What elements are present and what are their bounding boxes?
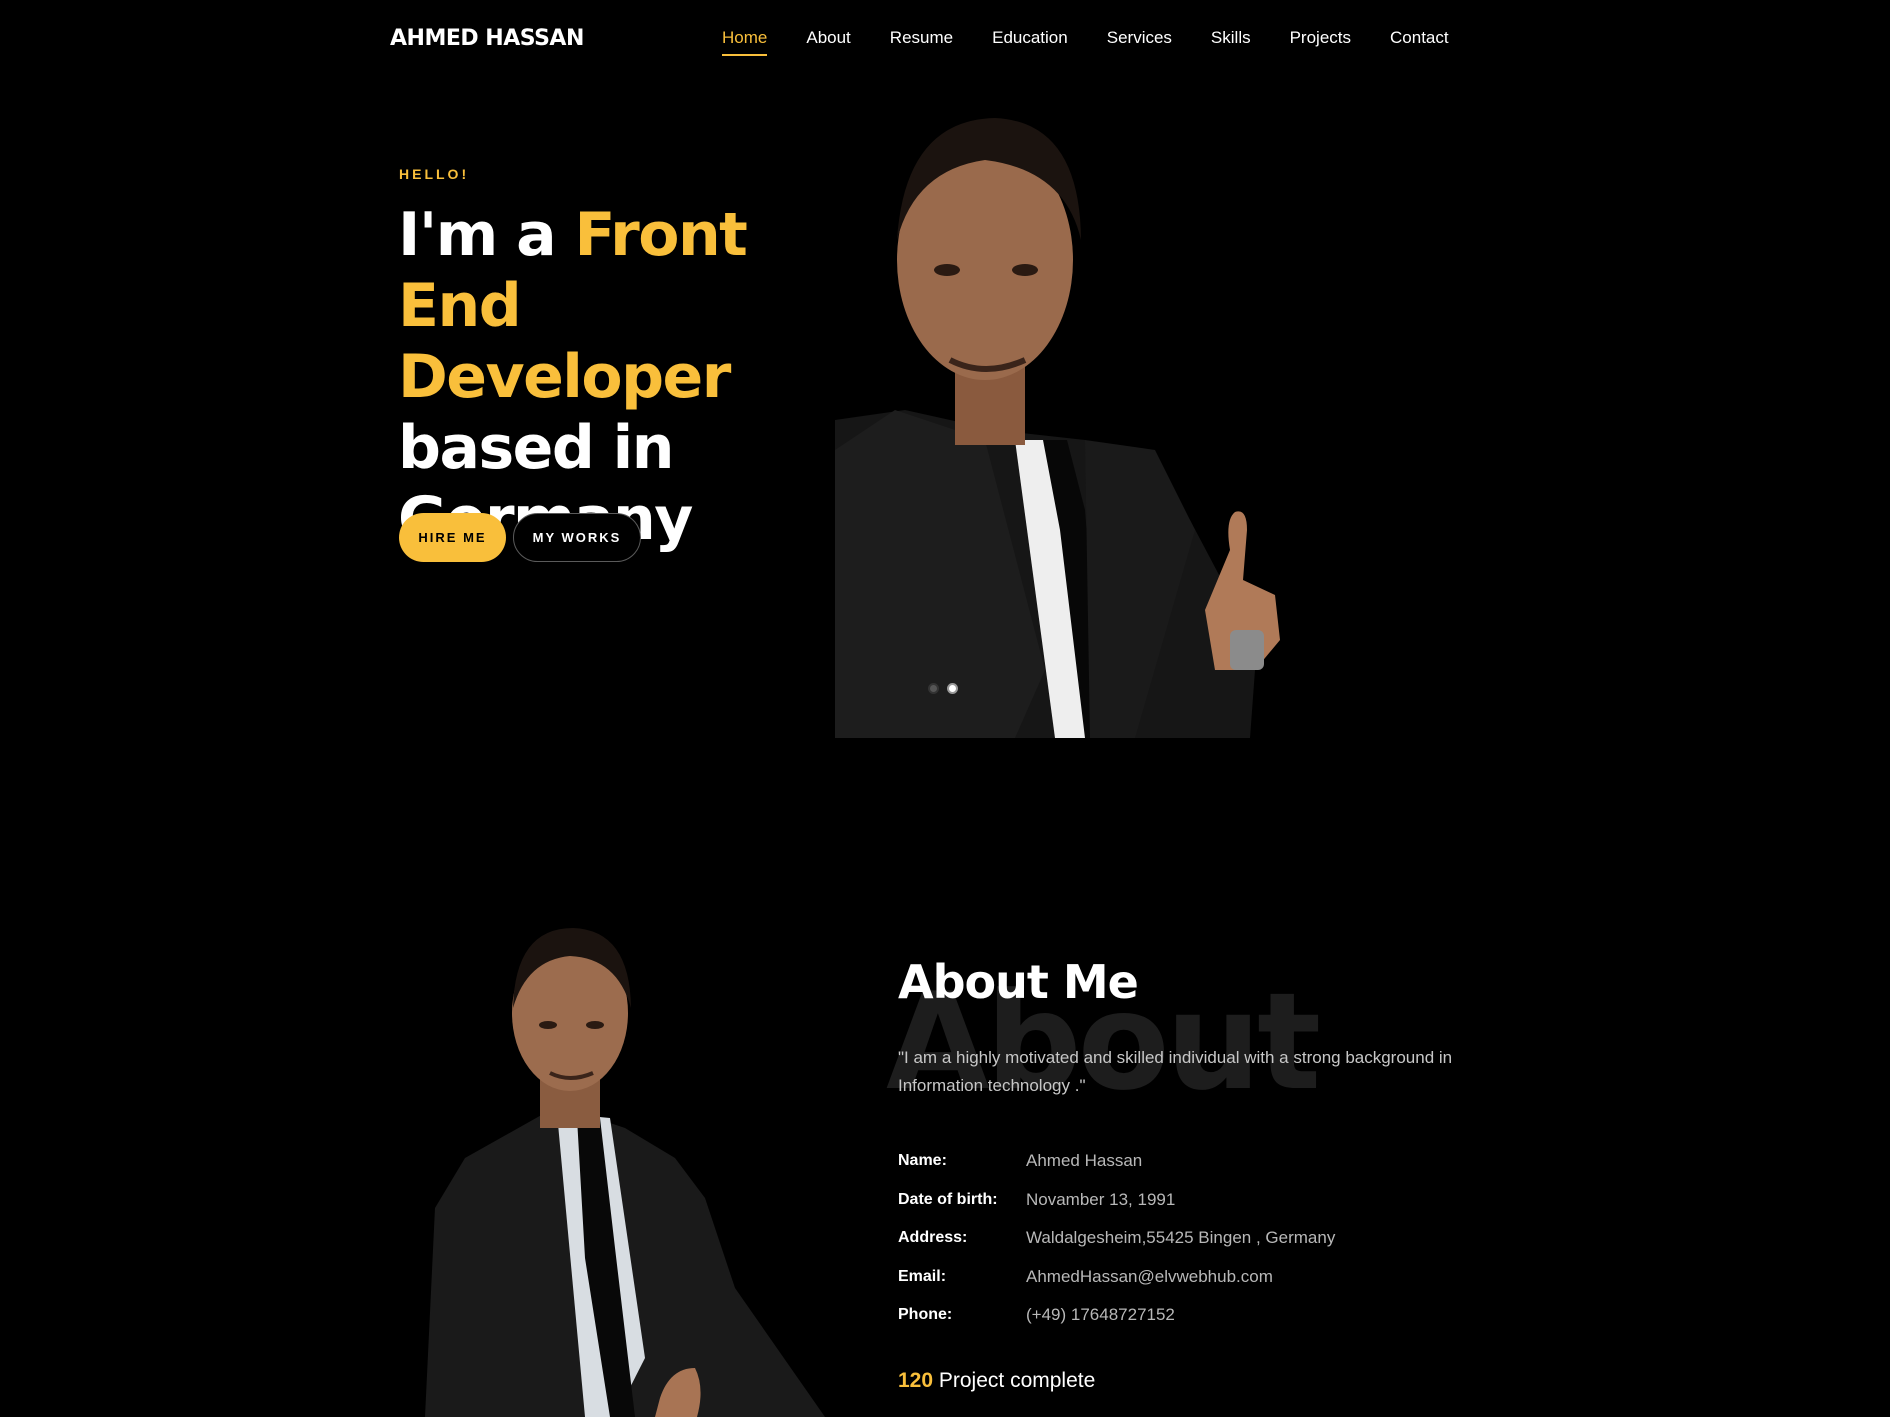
about-title: About Me <box>898 955 1139 1009</box>
projects-complete: 120 Project complete <box>898 1369 1095 1393</box>
info-value: Waldalgesheim,55425 Bingen , Germany <box>1026 1228 1336 1248</box>
nav-education[interactable]: Education <box>992 28 1068 56</box>
about-portrait <box>405 928 835 1417</box>
headline-part: I'm a <box>398 200 575 270</box>
info-value: Ahmed Hassan <box>1026 1151 1143 1171</box>
carousel-dots <box>928 683 958 694</box>
hero-portrait <box>835 110 1345 738</box>
main-nav: Home About Resume Education Services Ski… <box>722 28 1488 56</box>
headline-highlight: Developer <box>398 342 731 412</box>
info-value[interactable]: (+49) 17648727152 <box>1026 1305 1175 1325</box>
info-label: Name: <box>898 1152 947 1170</box>
info-label: Date of birth: <box>898 1190 998 1208</box>
carousel-dot-active[interactable] <box>947 683 958 694</box>
hero-greeting: HELLO! <box>399 166 470 182</box>
info-label: Phone: <box>898 1306 953 1324</box>
projects-label: Project complete <box>933 1369 1096 1392</box>
nav-projects[interactable]: Projects <box>1290 28 1351 56</box>
headline-part: based in <box>398 413 674 483</box>
personal-info-list: Name: Ahmed Hassan Date of birth: Novamb… <box>898 1142 1335 1335</box>
info-label: Email: <box>898 1267 947 1285</box>
info-row-name: Name: Ahmed Hassan <box>898 1142 1335 1181</box>
site-logo[interactable]: AHMED HASSAN <box>390 26 584 51</box>
hire-me-button[interactable]: HIRE ME <box>399 513 506 562</box>
nav-resume[interactable]: Resume <box>890 28 953 56</box>
nav-skills[interactable]: Skills <box>1211 28 1251 56</box>
nav-about[interactable]: About <box>806 28 850 56</box>
carousel-dot[interactable] <box>928 683 939 694</box>
nav-services[interactable]: Services <box>1107 28 1172 56</box>
projects-count: 120 <box>898 1369 934 1392</box>
info-value[interactable]: AhmedHassan@elvwebhub.com <box>1026 1267 1273 1287</box>
info-value: Novamber 13, 1991 <box>1026 1189 1176 1209</box>
nav-contact[interactable]: Contact <box>1390 28 1449 56</box>
hero-headline: I'm a Front End Developer based in Germa… <box>398 200 878 555</box>
info-row-email: Email: AhmedHassan@elvwebhub.com <box>898 1258 1335 1297</box>
my-works-button[interactable]: MY WORKS <box>513 513 641 562</box>
info-row-dob: Date of birth: Novamber 13, 1991 <box>898 1181 1335 1220</box>
info-row-phone: Phone: (+49) 17648727152 <box>898 1296 1335 1335</box>
info-label: Address: <box>898 1229 968 1247</box>
about-quote: "I am a highly motivated and skilled ind… <box>898 1048 1453 1095</box>
info-row-address: Address: Waldalgesheim,55425 Bingen , Ge… <box>898 1219 1335 1258</box>
nav-home[interactable]: Home <box>722 28 768 56</box>
